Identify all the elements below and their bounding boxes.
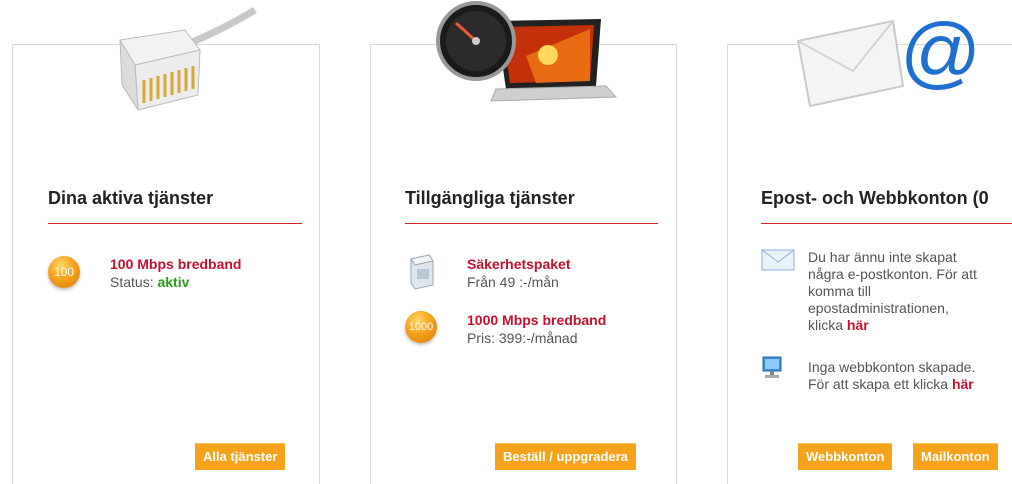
info-text: För att skapa ett klicka [808,376,949,392]
email-at-icon: @ [796,7,981,108]
info-line: epostadministrationen, [808,300,949,316]
here-link[interactable]: här [847,317,869,333]
service-name-link[interactable]: Säkerhetspaket [467,256,571,272]
here-link[interactable]: här [952,376,974,392]
service-status: Status: aktiv [110,274,189,290]
title-divider [48,223,302,224]
card-title: Tillgängliga tjänster [405,188,575,208]
svg-text:@: @ [900,7,981,96]
info-line: några e-postkonton. För att [808,266,977,282]
email-web-accounts-card: @ Epost- och Webbkonton (0 Du har ännu i… [727,7,1012,484]
status-label: Status: [110,274,154,290]
email-accounts-info: Du har ännu inte skapat några e-postkont… [808,249,1012,334]
card-title: Dina aktiva tjänster [48,188,214,208]
info-line: Inga webbkonton skapade. [808,359,976,375]
mail-accounts-button[interactable]: Mailkonton [913,443,998,470]
all-services-button[interactable]: Alla tjänster [195,443,286,470]
web-accounts-info: Inga webbkonton skapade. För att skapa e… [808,359,1012,393]
active-services-card: Dina aktiva tjänster 100 100 Mbps bredba… [12,6,320,484]
network-cable-icon [119,6,257,111]
card-title: Epost- och Webbkonton (0 [761,188,989,208]
speed-1000-badge-icon: 1000 [405,311,437,343]
title-divider [405,223,658,224]
info-line: Du har ännu inte skapat [808,249,957,265]
envelope-icon [761,249,795,271]
computer-monitor-icon [762,356,782,378]
service-name-link[interactable]: 1000 Mbps bredband [467,312,606,328]
speed-laptop-icon [436,1,618,102]
web-accounts-button[interactable]: Webbkonton [798,443,893,470]
service-name-link[interactable]: 100 Mbps bredband [110,256,241,272]
info-line: komma till [808,283,872,299]
info-line: För att skapa ett klicka här [808,376,1012,393]
order-upgrade-button[interactable]: Beställ / uppgradera [495,443,636,470]
info-line: klicka här [808,317,1012,334]
title-divider [761,223,1012,224]
info-text: klicka [808,317,844,333]
service-price: Från 49 :-/mån [467,274,559,290]
speed-100-badge-icon: 100 [48,256,80,288]
security-package-icon [410,254,434,290]
service-price: Pris: 399:-/månad [467,330,578,346]
available-services-card: Tillgängliga tjänster Säkerhetspaket Frå… [370,1,677,484]
status-value: aktiv [157,274,190,290]
